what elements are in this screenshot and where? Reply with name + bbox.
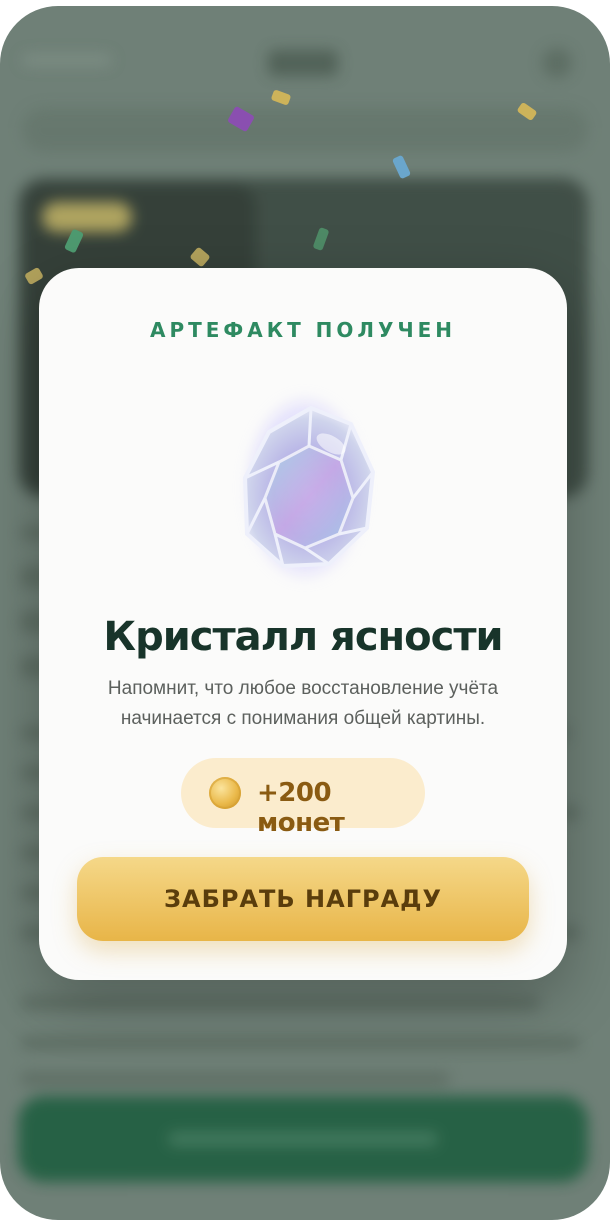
modal-kicker: АРТЕФАКТ ПОЛУЧЕН — [149, 318, 457, 342]
background-header — [0, 6, 610, 116]
artifact-reward-modal: АРТЕФАКТ ПОЛУЧЕН Кристалл ясности Напомн… — [39, 268, 567, 980]
coin-icon — [209, 777, 241, 809]
claim-reward-label: ЗАБРАТЬ НАГРАДУ — [163, 885, 443, 913]
crystal-gem-icon — [211, 388, 395, 588]
app-screen: АРТЕФАКТ ПОЛУЧЕН Кристалл ясности Напомн… — [0, 6, 610, 1220]
background-nav — [22, 108, 588, 152]
reward-amount: +200 монет — [257, 778, 345, 838]
claim-reward-button[interactable]: ЗАБРАТЬ НАГРАДУ — [77, 857, 529, 941]
artifact-description: Напомнит, что любое восстановление учёта… — [107, 678, 499, 729]
artifact-title: Кристалл ясности — [103, 614, 503, 660]
background-cta — [18, 1096, 588, 1182]
reward-badge: +200 монет — [181, 758, 425, 838]
